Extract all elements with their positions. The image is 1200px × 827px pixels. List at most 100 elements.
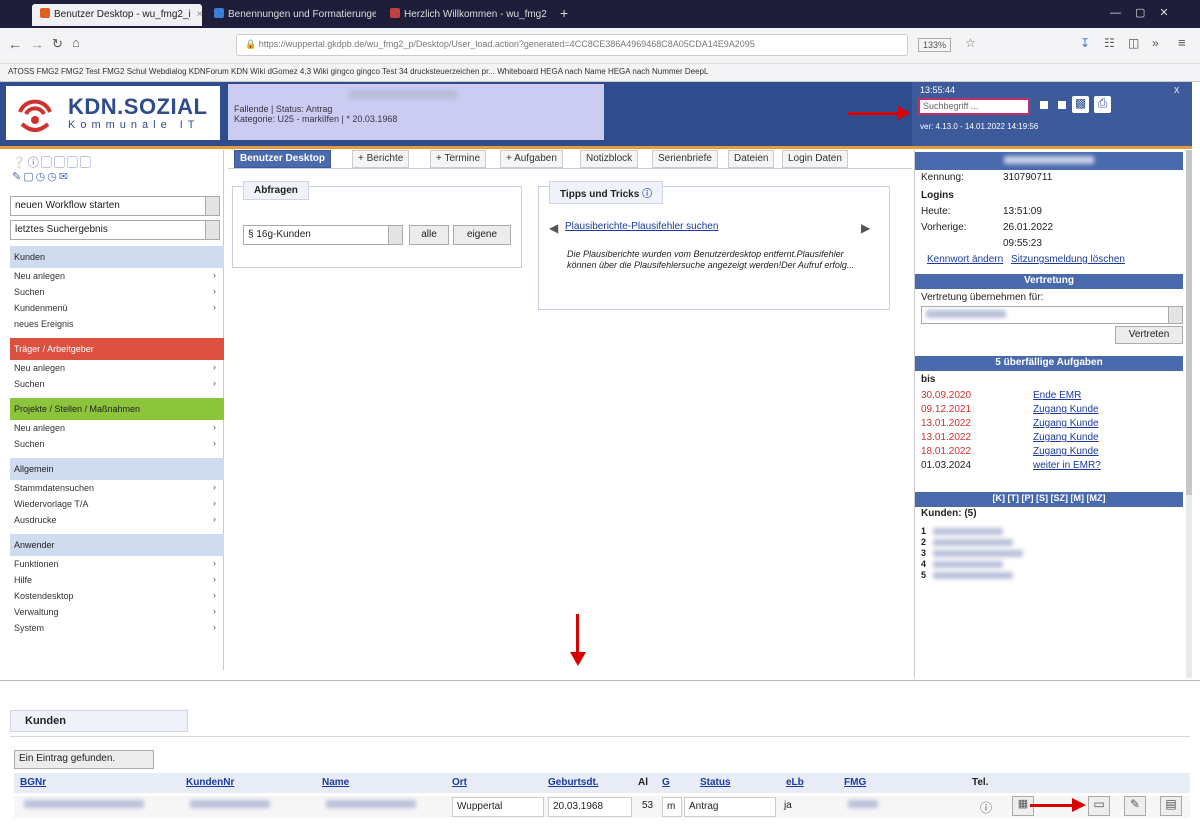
next-icon[interactable]: ▶ [861,221,870,235]
sidebar-section-header[interactable]: Anwender [10,534,224,556]
workflow-select[interactable]: neuen Workflow starten [10,196,220,216]
sidebar-item[interactable]: Wiedervorlage T/A › [10,498,220,512]
scrollbar-thumb[interactable] [1186,150,1192,495]
home-icon[interactable]: ⌂ [72,35,80,50]
browser-tab[interactable]: Benennungen und Formatierungen fü× [206,4,376,26]
vertreten-button[interactable]: Vertreten [1115,326,1183,344]
print-icon[interactable]: ⎙ [1094,96,1111,113]
edit-icon[interactable]: ✎ [1124,796,1146,816]
chevron-down-icon[interactable] [1168,307,1182,323]
back-icon[interactable]: ← [8,36,22,52]
column-header[interactable]: KundenNr [186,777,234,788]
task-link[interactable]: weiter in EMR? [1033,460,1101,471]
task-link[interactable]: Ende EMR [1033,390,1081,401]
tab-benutzerdesktop[interactable]: Benutzer Desktop [234,150,332,168]
column-header[interactable]: Geburtsdt. [548,777,599,788]
sidebar-item[interactable]: Neu anlegen › [10,270,220,284]
task-link[interactable]: Zugang Kunde [1033,404,1099,415]
sidebar-icon[interactable]: ◫ [1128,36,1139,50]
url-bar[interactable]: 🔒 https://wuppertal.gkdpb.de/wu_fmg2_p/D… [236,34,908,56]
star-icon[interactable]: ☆ [965,36,976,50]
column-header[interactable]: BGNr [20,777,46,788]
kunden-name-redacted[interactable] [933,572,1013,579]
cell-elb: ja [784,800,792,811]
new-tab-icon[interactable]: + [560,5,568,21]
close-icon[interactable]: X [1174,86,1179,95]
prev-icon[interactable]: ◀ [549,221,558,235]
sidebar-section-header[interactable]: Projekte / Stellen / Maßnahmen [10,398,224,420]
reload-icon[interactable]: ↻ [52,36,63,52]
eigene-button[interactable]: eigene [453,225,511,245]
chevron-down-icon[interactable] [388,226,402,244]
sidebar-item[interactable]: Verwaltung › [10,606,220,620]
task-link[interactable]: Zugang Kunde [1033,446,1099,457]
window-controls[interactable]: —▢✕ [1110,6,1183,19]
tab-logindaten[interactable]: Login Daten [782,150,848,168]
sidebar-section-header[interactable]: Träger / Arbeitgeber [10,338,224,360]
sidebar-item[interactable]: Neu anlegen › [10,422,220,436]
overflow-icon[interactable]: » [1152,36,1159,50]
tab-dateien[interactable]: Dateien [728,150,775,168]
menu-icon[interactable]: ≡ [1178,35,1186,50]
sidebar-item[interactable]: Suchen › [10,286,220,300]
alle-button[interactable]: alle [409,225,449,245]
browser-tab[interactable]: Herzlich Willkommen - wu_fmg2× [382,4,552,26]
option-square-icon[interactable] [1040,101,1048,109]
kunden-name-redacted[interactable] [933,561,1003,568]
chevron-down-icon[interactable] [205,221,219,239]
chevron-down-icon[interactable] [205,197,219,215]
desktop-icon[interactable]: ▭ [1088,796,1110,816]
kennwort-link[interactable]: Kennwort ändern [927,254,1003,265]
tipps-link[interactable]: Plausiberichte-Plausifehler suchen [565,221,718,232]
sidebar-item[interactable]: Kundenmenü › [10,302,220,316]
column-header[interactable]: Status [700,777,731,788]
filter-bar[interactable]: [K] [T] [P] [S] [SZ] [M] [MZ] [915,492,1183,507]
sidebar-item[interactable]: Funktionen › [10,558,220,572]
close-icon[interactable]: × [197,9,202,20]
chart-icon[interactable]: ▩ [1072,96,1089,113]
sidebar-section-header[interactable]: Kunden [10,246,224,268]
column-header[interactable]: G [662,777,670,788]
tab-aufgaben[interactable]: + Aufgaben [500,150,563,168]
sidebar-item[interactable]: Ausdrucke › [10,514,220,528]
sitzung-link[interactable]: Sitzungsmeldung löschen [1011,254,1125,265]
sidebar-item[interactable]: Suchen › [10,438,220,452]
quick-icons[interactable]: ❔ⓘ▢▢▢▢ ✎▢◷◷✉ [12,154,132,184]
forward-icon[interactable]: → [30,36,44,52]
tab-termine[interactable]: + Termine [430,150,487,168]
browser-tab[interactable]: Benutzer Desktop - wu_fmg2_i × [32,4,202,26]
tab-notizblock[interactable]: Notizblock [580,150,639,168]
zoom-level[interactable]: 133% [918,38,952,52]
bookmarks-bar[interactable]: ATOSS FMG2 FMG2 Test FMG2 Schul Webdialo… [0,64,1200,82]
tab-berichte[interactable]: + Berichte [352,150,410,168]
column-header[interactable]: FMG [844,777,866,788]
kunden-name-redacted[interactable] [933,550,1023,557]
sidebar-item[interactable]: Kostendesktop › [10,590,220,604]
search-input[interactable]: Suchbegriff ... [918,98,1030,115]
abfragen-select[interactable]: § 16g-Kunden [243,225,403,245]
kunden-name-redacted[interactable] [933,528,1003,535]
download-icon[interactable]: ↧ [1080,36,1090,50]
sidebar-item[interactable]: Stammdatensuchen › [10,482,220,496]
last-search-select[interactable]: letztes Suchergebnis [10,220,220,240]
tab-serienbriefe[interactable]: Serienbriefe [652,150,718,168]
sidebar-item[interactable]: neues Ereignis [10,318,220,332]
clipboard-icon[interactable]: ▤ [1160,796,1182,816]
sidebar-item[interactable]: Neu anlegen › [10,362,220,376]
task-link[interactable]: Zugang Kunde [1033,418,1099,429]
column-header[interactable]: Ort [452,777,467,788]
info-icon[interactable]: ⓘ [980,799,992,816]
column-header[interactable]: Name [322,777,349,788]
abfragen-title: Abfragen [243,181,309,200]
sidebar-item[interactable]: Suchen › [10,378,220,392]
option-square-icon[interactable] [1058,101,1066,109]
sidebar-item[interactable]: Hilfe › [10,574,220,588]
task-link[interactable]: Zugang Kunde [1033,432,1099,443]
scrollbar[interactable] [1186,150,1192,678]
sidebar-item[interactable]: System › [10,622,220,636]
column-header[interactable]: eLb [786,777,804,788]
vertretung-select[interactable] [921,306,1183,324]
kunden-name-redacted[interactable] [933,539,1013,546]
sidebar-section-header[interactable]: Allgemein [10,458,224,480]
library-icon[interactable]: ☷ [1104,36,1115,50]
